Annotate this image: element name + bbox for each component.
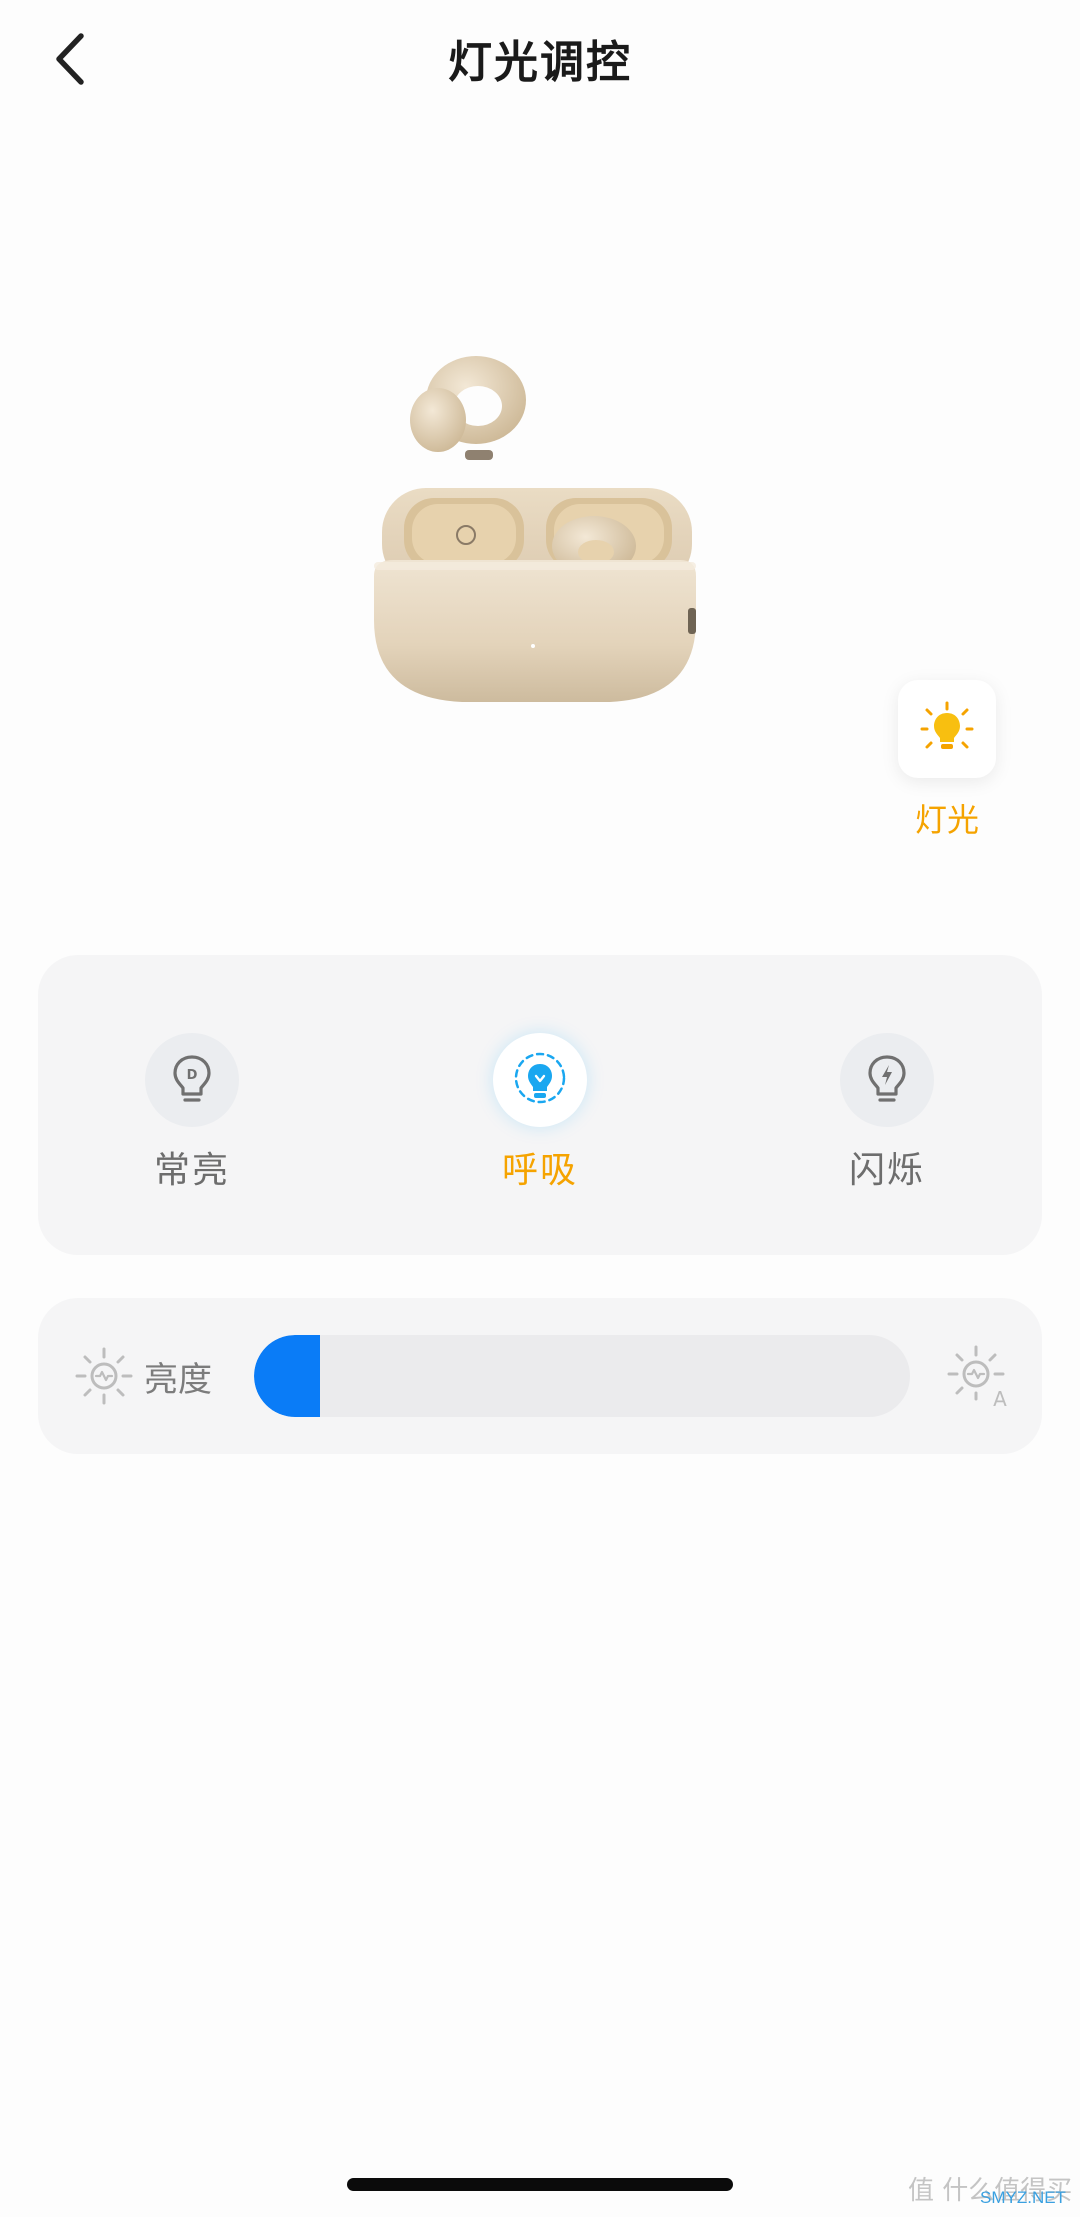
mode-flash-label: 闪烁 [848,1150,925,1191]
light-toggle-button[interactable] [898,680,996,778]
home-indicator[interactable] [347,2178,733,2191]
mode-steady-label: 常亮 [153,1150,230,1191]
brightness-slider[interactable] [254,1335,910,1417]
brightness-card: 亮度 A [38,1298,1042,1454]
page-title: 灯光调控 [448,37,632,88]
mode-breathing[interactable]: 呼吸 [450,1033,630,1203]
brightness-slider-fill [254,1335,320,1417]
mode-steady[interactable]: D 常亮 [102,1033,282,1203]
mode-breathing-label: 呼吸 [501,1150,578,1191]
brightness-low-icon [75,1347,133,1405]
mode-flash[interactable]: 闪烁 [797,1033,977,1203]
light-mode-card: D 常亮 呼吸 闪烁 [38,955,1042,1255]
watermark-site: SMYZ.NET [980,2188,1066,2207]
bulb-breathing-icon [514,1052,566,1104]
bulb-flash-icon [868,1055,906,1102]
brightness-auto-mark: A [993,1387,1007,1410]
mode-flash-icon-wrap [840,1033,934,1127]
bulb-steady-icon: D [173,1055,211,1102]
earbuds-product-image [374,356,696,702]
lightbulb-glow-icon [920,701,974,749]
svg-text:D: D [187,1068,198,1083]
mode-steady-icon-wrap: D [145,1033,239,1127]
mode-breathing-icon-wrap [493,1033,587,1127]
brightness-auto-icon[interactable]: A [946,1344,1012,1410]
light-toggle-label: 灯光 [914,801,979,839]
brightness-label: 亮度 [144,1360,212,1400]
light-control-page: 灯光调控 灯光 D 常亮 呼吸 闪烁 亮度 A 值 什么值得买 SMYZ.NET [0,0,1080,2217]
